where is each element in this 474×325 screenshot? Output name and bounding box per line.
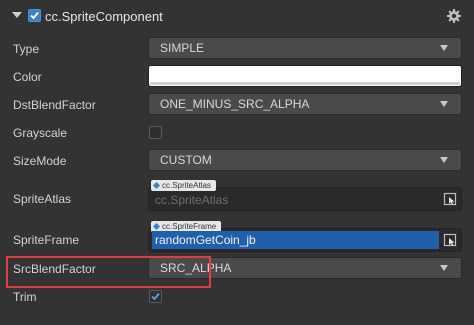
locate-asset-icon[interactable] [443, 192, 457, 206]
property-row-type: Type SIMPLE [0, 37, 474, 61]
grayscale-label: Grayscale [13, 126, 68, 140]
color-label: Color [13, 70, 42, 84]
sprite-atlas-field[interactable]: cc.SpriteAtlas cc.SpriteAtlas [148, 180, 462, 211]
gear-icon[interactable] [446, 8, 462, 24]
component-header: cc.SpriteComponent [0, 0, 474, 32]
property-row-trim: Trim [0, 286, 474, 310]
caret-down-icon[interactable] [12, 12, 22, 18]
grayscale-checkbox[interactable] [149, 126, 162, 139]
type-value: SIMPLE [160, 41, 205, 55]
component-enabled-checkbox[interactable] [28, 9, 41, 22]
alpha-bar [150, 82, 460, 85]
asset-type-icon [152, 181, 161, 190]
dropdown-arrow-icon [440, 265, 448, 271]
dst-blend-select[interactable]: ONE_MINUS_SRC_ALPHA [148, 93, 462, 115]
checkmark-icon [30, 11, 39, 20]
property-row-grayscale: Grayscale [0, 121, 474, 145]
type-label: Type [13, 42, 40, 56]
dropdown-arrow-icon [440, 45, 448, 51]
dropdown-arrow-icon [440, 101, 448, 107]
sprite-atlas-label: SpriteAtlas [13, 192, 72, 206]
trim-label: Trim [13, 290, 37, 304]
property-row-sprite-frame: SpriteFrame cc.SpriteFrame randomGetCoin… [0, 220, 474, 252]
asset-type-icon [152, 222, 161, 231]
trim-highlight-box [6, 256, 211, 288]
dropdown-arrow-icon [440, 157, 448, 163]
locate-asset-icon[interactable] [443, 233, 457, 247]
dst-blend-label: DstBlendFactor [13, 98, 96, 112]
sprite-component-inspector: cc.SpriteComponent Type SIMPLE Color Dst… [0, 0, 474, 325]
component-title: cc.SpriteComponent [45, 9, 163, 24]
asset-type-tag: cc.SpriteAtlas [151, 180, 216, 191]
property-row-sprite-atlas: SpriteAtlas cc.SpriteAtlas cc.SpriteAtla… [0, 180, 474, 212]
checkmark-icon [151, 292, 160, 301]
sprite-frame-label: SpriteFrame [13, 233, 80, 247]
type-select[interactable]: SIMPLE [148, 37, 462, 59]
color-swatch[interactable] [148, 65, 462, 87]
sprite-frame-value: randomGetCoin_jb [152, 231, 439, 249]
trim-checkbox[interactable] [149, 290, 162, 303]
size-mode-select[interactable]: CUSTOM [148, 149, 462, 171]
size-mode-label: SizeMode [13, 154, 67, 168]
dst-blend-value: ONE_MINUS_SRC_ALPHA [160, 97, 310, 111]
size-mode-value: CUSTOM [160, 153, 212, 167]
property-row-size-mode: SizeMode CUSTOM [0, 149, 474, 173]
property-row-dst-blend: DstBlendFactor ONE_MINUS_SRC_ALPHA [0, 93, 474, 117]
sprite-frame-field[interactable]: cc.SpriteFrame randomGetCoin_jb [148, 221, 462, 252]
sprite-atlas-placeholder: cc.SpriteAtlas [155, 193, 229, 207]
